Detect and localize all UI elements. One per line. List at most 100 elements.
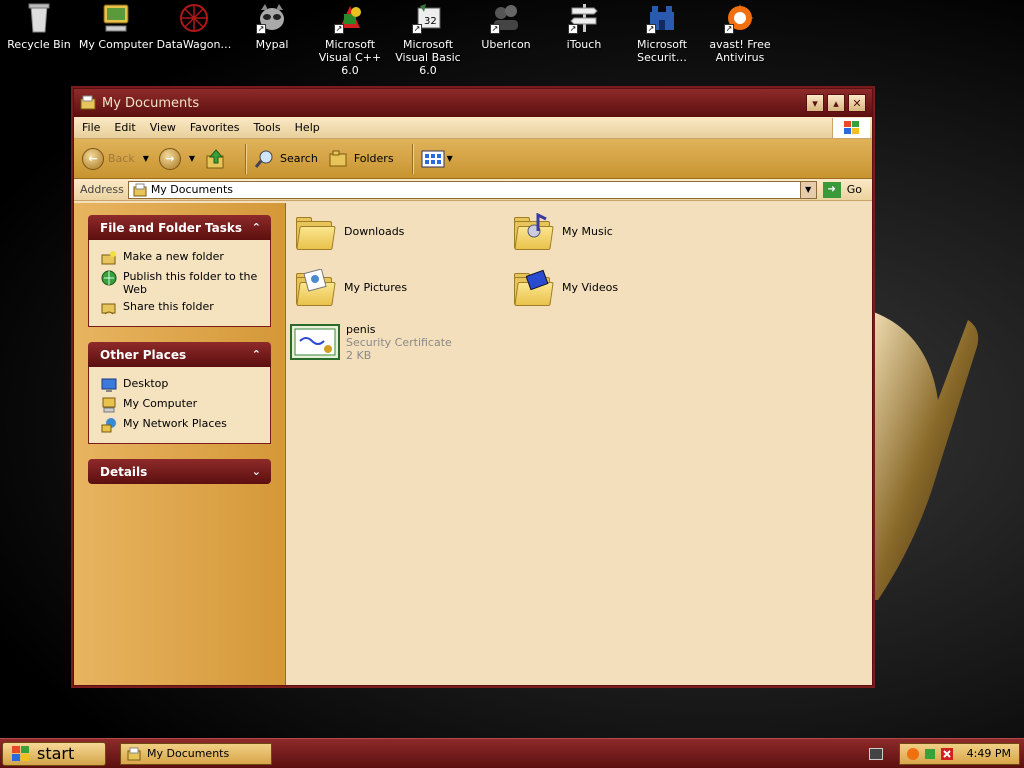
- folder-icon: [294, 213, 338, 255]
- go-button[interactable]: ➜ Go: [822, 181, 862, 198]
- address-dropdown-button[interactable]: ▼: [799, 181, 816, 198]
- menu-tools[interactable]: Tools: [254, 121, 281, 134]
- desktop-icon-label: UberIcon: [481, 38, 531, 51]
- file-item-my-pictures[interactable]: My Pictures: [294, 269, 407, 311]
- videos-folder-icon: [512, 269, 556, 311]
- desktop-icon-label: Mypal: [255, 38, 289, 51]
- notification-area: 4:49 PM: [898, 742, 1020, 765]
- go-label: Go: [846, 183, 862, 196]
- menu-edit[interactable]: Edit: [114, 121, 135, 134]
- desktop-icon-label: iTouch: [566, 38, 602, 51]
- menu-help[interactable]: Help: [295, 121, 320, 134]
- file-type: Security Certificate: [346, 336, 452, 349]
- menu-file[interactable]: File: [82, 121, 100, 134]
- file-item-certificate[interactable]: penis Security Certificate 2 KB: [290, 323, 452, 365]
- file-list[interactable]: Downloads My Music My Pictures My Videos…: [286, 203, 872, 685]
- file-folder-tasks-header[interactable]: File and Folder Tasks ⌃: [88, 215, 271, 240]
- task-make-new-folder[interactable]: Make a new folder: [101, 250, 262, 266]
- desktop-icon-recycle-bin[interactable]: Recycle Bin: [0, 2, 78, 51]
- desktop-icon-datawagon[interactable]: DataWagon…: [155, 2, 233, 51]
- back-button[interactable]: ← Back ▼: [82, 147, 149, 170]
- windows-logo-icon: [832, 118, 870, 138]
- details-header[interactable]: Details ⌄: [88, 459, 271, 484]
- shortcut-arrow-icon: ↗: [646, 24, 656, 34]
- shortcut-arrow-icon: ↗: [256, 24, 266, 34]
- desktop-icon-visual-cpp[interactable]: ↗ Microsoft Visual C++ 6.0: [311, 2, 389, 77]
- maximize-button[interactable]: ▴: [827, 94, 845, 112]
- firefox-icon[interactable]: [906, 747, 920, 761]
- file-name: Downloads: [344, 225, 405, 238]
- computer-icon: [100, 2, 132, 34]
- network-places-icon: [101, 418, 116, 433]
- desktop-icon-visual-basic[interactable]: 32 ↗ Microsoft Visual Basic 6.0: [389, 2, 467, 77]
- documents-folder-icon: [80, 95, 96, 110]
- shortcut-arrow-icon: ↗: [568, 24, 578, 34]
- address-input[interactable]: My Documents ▼: [127, 180, 817, 199]
- documents-folder-icon: [127, 747, 141, 760]
- forward-button[interactable]: → ▼: [158, 147, 195, 170]
- network-icon[interactable]: [923, 747, 937, 761]
- system-tray: 4:49 PM: [868, 742, 1020, 765]
- task-share-folder[interactable]: Share this folder: [101, 300, 262, 316]
- clock[interactable]: 4:49 PM: [967, 747, 1011, 760]
- desktop-icon-mypal[interactable]: ↗ Mypal: [233, 2, 311, 51]
- place-network[interactable]: My Network Places: [101, 417, 262, 433]
- file-item-downloads[interactable]: Downloads: [294, 213, 404, 255]
- search-button[interactable]: Search: [254, 148, 318, 170]
- taskbar-item-my-documents[interactable]: My Documents: [120, 742, 272, 765]
- views-icon: [421, 150, 445, 167]
- keyboard-icon[interactable]: [868, 747, 883, 760]
- panel-title: Details: [100, 464, 148, 479]
- desktop-icon-ubericon[interactable]: ↗ UberIcon: [467, 2, 545, 51]
- place-my-computer[interactable]: My Computer: [101, 397, 262, 413]
- other-places-header[interactable]: Other Places ⌃: [88, 342, 271, 367]
- desktop-icon-security[interactable]: ↗ Microsoft Securit…: [623, 2, 701, 64]
- collapse-icon[interactable]: ⌃: [252, 348, 261, 361]
- desktop-icon-avast[interactable]: ↗ avast! Free Antivirus: [701, 2, 779, 64]
- taskbar: start My Documents 4:49 PM: [0, 738, 1024, 768]
- views-button[interactable]: ▼: [421, 149, 453, 169]
- desktop-icon-label: avast! Free Antivirus: [709, 38, 771, 64]
- menu-favorites[interactable]: Favorites: [190, 121, 240, 134]
- task-label: Make a new folder: [123, 250, 224, 263]
- shortcut-arrow-icon: ↗: [724, 24, 734, 34]
- start-button[interactable]: start: [2, 741, 106, 766]
- toolbar-separator: [411, 143, 413, 174]
- task-publish-folder[interactable]: Publish this folder to the Web: [101, 270, 262, 296]
- expand-icon[interactable]: ⌄: [252, 465, 261, 478]
- forward-arrow-icon: →: [158, 147, 181, 170]
- desktop-icon-label: My Computer: [78, 38, 154, 51]
- menu-view[interactable]: View: [150, 121, 176, 134]
- place-label: My Network Places: [123, 417, 227, 430]
- file-name: My Videos: [562, 281, 619, 294]
- file-item-my-videos[interactable]: My Videos: [512, 269, 618, 311]
- collapse-icon[interactable]: ⌃: [252, 221, 261, 234]
- up-folder-button[interactable]: [205, 148, 227, 170]
- details-panel: Details ⌄: [88, 459, 271, 484]
- title-bar[interactable]: My Documents ▾ ▴ ✕: [74, 89, 872, 117]
- file-item-my-music[interactable]: My Music: [512, 213, 613, 255]
- mypal-icon: ↗: [256, 2, 288, 34]
- file-folder-tasks-panel: File and Folder Tasks ⌃ Make a new folde…: [88, 215, 271, 327]
- itouch-icon: ↗: [568, 2, 600, 34]
- task-label: Publish this folder to the Web: [123, 270, 258, 296]
- close-button[interactable]: ✕: [848, 94, 866, 112]
- folders-button[interactable]: Folders: [328, 148, 394, 170]
- panel-title: File and Folder Tasks: [100, 220, 243, 235]
- explorer-window[interactable]: My Documents ▾ ▴ ✕ File Edit View Favori…: [73, 88, 873, 686]
- security-alert-icon[interactable]: [940, 747, 954, 761]
- certificate-details: penis Security Certificate 2 KB: [346, 323, 452, 362]
- task-label: Share this folder: [123, 300, 214, 313]
- minimize-button[interactable]: ▾: [806, 94, 824, 112]
- address-value: My Documents: [150, 183, 234, 196]
- desktop-icon-label: Microsoft Visual C++ 6.0: [318, 38, 382, 77]
- panel-title: Other Places: [100, 347, 187, 362]
- desktop-icons: Recycle Bin My Computer DataWagon… ↗ Myp…: [0, 0, 800, 77]
- menu-bar: File Edit View Favorites Tools Help: [74, 117, 872, 139]
- desktop-icon-my-computer[interactable]: My Computer: [77, 2, 155, 51]
- window-body: File and Folder Tasks ⌃ Make a new folde…: [74, 203, 872, 685]
- place-desktop[interactable]: Desktop: [101, 377, 262, 393]
- computer-icon: [102, 397, 116, 413]
- start-label: start: [37, 744, 75, 763]
- desktop-icon-itouch[interactable]: ↗ iTouch: [545, 2, 623, 51]
